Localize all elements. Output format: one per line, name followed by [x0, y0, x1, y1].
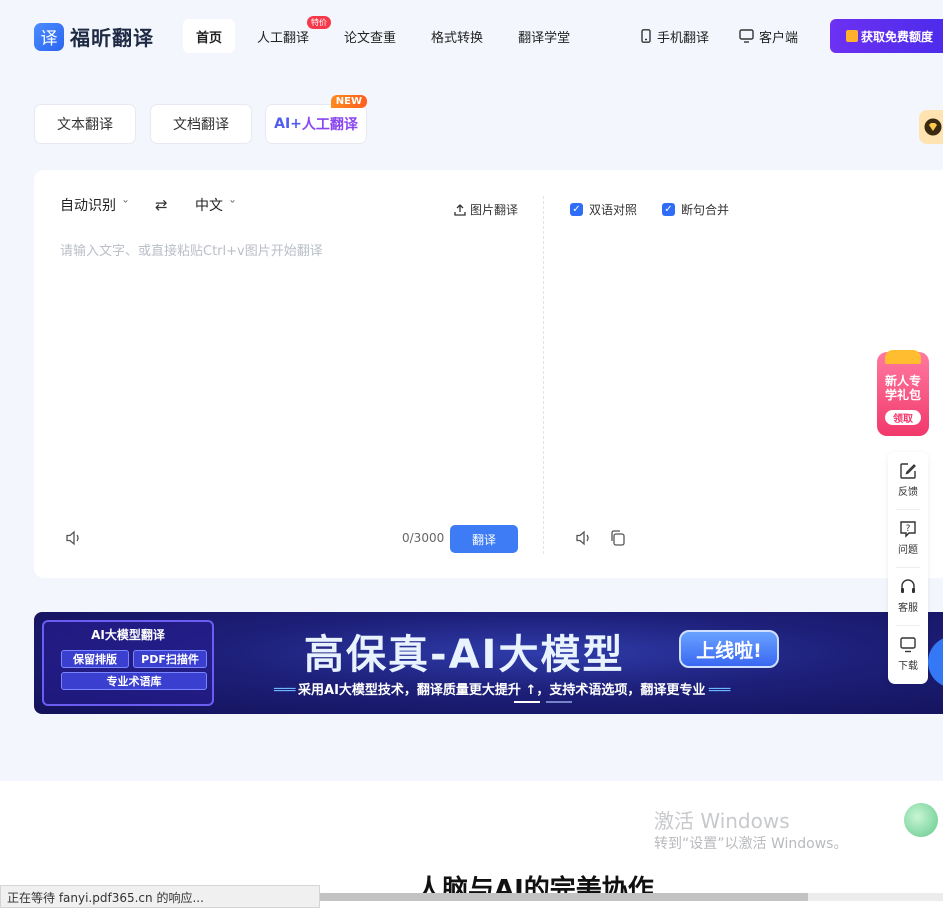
tab-text-translation[interactable]: 文本翻译 — [34, 104, 136, 144]
question-icon: ? — [900, 521, 916, 538]
chevron-down-icon: ˅ — [122, 199, 129, 211]
gift-line-1: 新人专 — [884, 374, 921, 388]
newbie-gift-widget[interactable]: 新人专 学礼包 领取 — [877, 350, 929, 436]
banner-launch-pill: 上线啦! — [679, 630, 779, 668]
windows-watermark-title: 激活 Windows — [654, 809, 790, 833]
nav-item-home[interactable]: 首页 — [183, 19, 236, 53]
nav-item-translation-academy[interactable]: 翻译学堂 — [505, 19, 583, 53]
banner-chip: 保留排版 — [61, 650, 129, 668]
nav-item-human-translation[interactable]: 人工翻译 特价 — [244, 16, 332, 53]
banner-chip: PDF扫描件 — [133, 650, 207, 668]
checkmark-icon: ✓ — [570, 203, 583, 216]
faq-label: 问题 — [898, 545, 918, 556]
site-logo[interactable]: 译 福昕翻译 — [34, 22, 154, 51]
top-header: 译 福昕翻译 首页 人工翻译 特价 论文查重 格式转换 翻译学堂 手机翻译 客户… — [0, 0, 943, 72]
desktop-client-label: 客户端 — [759, 30, 799, 46]
gift-icon — [846, 30, 858, 42]
carousel-dot-active[interactable] — [514, 701, 540, 703]
download-button[interactable]: 下载 — [888, 626, 928, 682]
merge-sentences-checkbox[interactable]: ✓ 断句合并 — [662, 201, 729, 218]
merge-sentences-label: 断句合并 — [681, 203, 730, 217]
horizontal-scrollbar[interactable] — [320, 893, 943, 901]
image-translate-button[interactable]: 图片翻译 — [454, 201, 518, 218]
carousel-dots — [514, 701, 578, 703]
image-translate-label: 图片翻译 — [470, 203, 519, 217]
bilingual-checkbox[interactable]: ✓ 双语对照 — [570, 201, 637, 218]
banner-subtitle-text: 采用AI大模型技术，翻译质量更大提升 ↑，支持术语选项，翻译更专业 — [298, 683, 706, 698]
browser-status-bar: 正在等待 fanyi.pdf365.cn 的响应... — [0, 885, 320, 908]
decor-dash: ═══ — [274, 683, 299, 698]
tab-ai-human-translation[interactable]: AI+ 人工翻译 NEW — [265, 95, 367, 144]
nav-item-label: 人工翻译 — [257, 30, 310, 46]
character-count: 0/3000 — [402, 531, 445, 545]
side-toolbar: 反馈 ? 问题 客服 下载 — [888, 452, 928, 684]
decor-dash: ═══ — [705, 683, 731, 698]
customer-service-button[interactable]: 客服 — [888, 568, 928, 624]
main-nav: 首页 人工翻译 特价 论文查重 格式转换 翻译学堂 — [183, 16, 592, 53]
mobile-translation-label: 手机翻译 — [657, 30, 710, 46]
upload-icon — [454, 203, 466, 216]
promo-banner[interactable]: AI大模型翻译 保留排版 PDF扫描件 专业术语库 高保真-AI大模型 上线啦!… — [34, 612, 943, 714]
banner-subtitle: ═══ 采用AI大模型技术，翻译质量更大提升 ↑，支持术语选项，翻译更专业 ══… — [274, 679, 731, 698]
copy-icon[interactable] — [608, 528, 628, 548]
tab-document-translation[interactable]: 文档翻译 — [150, 104, 252, 144]
banner-feature-box: AI大模型翻译 保留排版 PDF扫描件 专业术语库 — [42, 620, 214, 706]
new-badge: NEW — [330, 95, 367, 108]
checkmark-icon: ✓ — [662, 203, 675, 216]
header-links: 手机翻译 客户端 — [640, 19, 828, 53]
source-language-select[interactable]: 自动识别 ˅ — [60, 195, 129, 215]
gift-bow-icon — [885, 350, 921, 364]
nav-item-format-conversion[interactable]: 格式转换 — [418, 19, 496, 53]
gift-line-2: 学礼包 — [884, 388, 921, 402]
windows-watermark-subtitle: 转到“设置”以激活 Windows。 — [654, 836, 848, 852]
logo-icon: 译 — [34, 22, 64, 51]
source-language-label: 自动识别 — [60, 198, 116, 214]
translate-button[interactable]: 翻译 — [450, 525, 518, 553]
free-quota-button[interactable]: 获取免费额度 — [830, 19, 943, 53]
gift-text: 新人专 学礼包 — [877, 374, 929, 402]
feedback-label: 反馈 — [898, 487, 918, 498]
swap-languages-icon[interactable]: ⇄ — [155, 196, 168, 214]
nav-item-plagiarism-check[interactable]: 论文查重 — [331, 19, 409, 53]
pane-divider — [543, 196, 544, 554]
carousel-dot[interactable] — [546, 701, 572, 703]
target-language-select[interactable]: 中文 ˅ — [195, 195, 236, 215]
target-speaker-icon[interactable] — [574, 528, 594, 548]
vip-chip[interactable] — [919, 110, 943, 144]
banner-chip: 专业术语库 — [61, 672, 207, 690]
mobile-translation-link[interactable]: 手机翻译 — [640, 19, 709, 53]
vip-diamond-icon — [924, 118, 942, 136]
download-label: 下载 — [898, 661, 918, 672]
headset-icon — [901, 579, 915, 593]
source-text-input[interactable]: 请输入文字、或直接粘贴Ctrl+v图片开始翻译 — [60, 240, 323, 259]
chevron-down-icon: ˅ — [229, 199, 236, 211]
edit-icon — [900, 463, 916, 479]
feedback-button[interactable]: 反馈 — [888, 452, 928, 508]
banner-title: 高保真-AI大模型 — [304, 632, 625, 678]
faq-button[interactable]: ? 问题 — [888, 510, 928, 566]
monitor-icon — [739, 29, 754, 43]
translator-card: 自动识别 ˅ ⇄ 中文 ˅ 图片翻译 请输入文字、或直接粘贴Ctrl+v图片开始… — [34, 170, 943, 578]
ai-tab-prefix: AI+ — [274, 116, 302, 132]
banner-feature-title: AI大模型翻译 — [91, 628, 165, 642]
monitor-icon — [900, 637, 916, 653]
claim-gift-button[interactable]: 领取 — [885, 410, 921, 425]
customer-service-label: 客服 — [898, 603, 918, 614]
desktop-client-link[interactable]: 客户端 — [739, 19, 798, 53]
source-speaker-icon[interactable] — [64, 528, 84, 548]
ai-tab-suffix: 人工翻译 — [301, 117, 358, 133]
free-quota-label: 获取免费额度 — [861, 29, 934, 44]
sale-badge: 特价 — [307, 16, 332, 29]
floating-assistant-icon[interactable] — [904, 803, 938, 837]
scrollbar-thumb[interactable] — [320, 893, 808, 901]
target-language-label: 中文 — [195, 198, 223, 214]
phone-icon — [641, 29, 651, 43]
svg-text:?: ? — [906, 524, 911, 534]
logo-text: 福昕翻译 — [70, 26, 154, 50]
bilingual-label: 双语对照 — [589, 203, 638, 217]
